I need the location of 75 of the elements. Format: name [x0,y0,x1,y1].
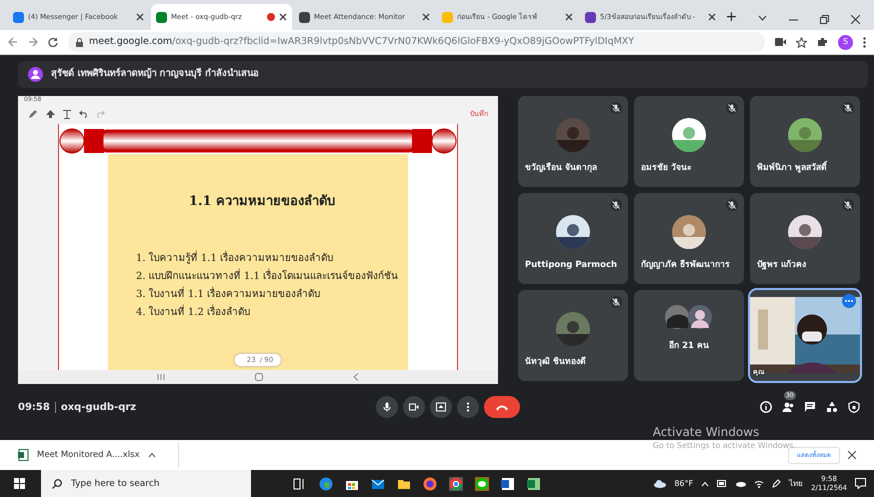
wifi-icon[interactable] [754,479,764,488]
microphone-button[interactable] [376,396,398,418]
camera-icon[interactable] [775,38,786,46]
undo-icon[interactable] [79,110,88,118]
reload-icon[interactable] [48,37,58,47]
close-icon[interactable] [708,13,716,21]
star-icon[interactable] [796,36,807,48]
close-icon[interactable] [848,451,856,459]
pen-icon[interactable] [772,479,782,488]
battery-icon[interactable] [717,480,728,487]
input-language[interactable]: ไทย [789,478,804,490]
profile-avatar[interactable]: S [838,34,853,50]
more-icon[interactable] [863,36,866,48]
notifications-icon[interactable] [855,478,866,489]
lock-icon [76,38,83,46]
word-icon[interactable] [501,476,515,490]
chat-icon[interactable] [804,401,816,413]
microphone-icon [382,402,392,412]
participant-name: อมรชัย วัจนะ [641,162,692,175]
close-icon[interactable] [136,13,144,21]
activities-icon[interactable] [826,401,838,413]
participant-name: อีก 21 คน [669,340,709,353]
back-icon[interactable] [8,37,18,47]
chat-app-icon[interactable] [475,476,489,490]
forward-icon[interactable] [28,37,38,47]
recents-icon[interactable] [157,373,165,381]
end-call-button[interactable] [484,396,520,418]
taskbar-search-field[interactable]: Type here to search [41,470,251,497]
restore-icon[interactable] [820,15,829,24]
back-icon[interactable] [353,373,359,381]
download-file-name[interactable]: Meet Monitored A....xlsx [37,448,140,462]
slide-list-item: 2. แบบฝึกแนะแนวทางที่ 1.1 เรื่องโดเมนและเรนจ์ของฟังก์ชัน [136,268,399,284]
search-icon [52,479,62,489]
participant-name: พิมพ์นิภา พูลสวัสดิ์ [757,162,827,175]
weather-temperature: 86°F [674,478,694,490]
meeting-code: oxq-gudb-qrz [60,400,136,414]
present-icon [436,402,446,412]
close-icon[interactable] [279,13,287,21]
participant-name: ปัฐพร แก้วคง [757,259,806,272]
extensions-icon[interactable] [817,36,828,48]
tab-search-icon[interactable] [758,15,767,21]
people-icon[interactable] [782,401,794,413]
info-icon[interactable] [760,401,772,413]
more-options-icon[interactable] [842,294,856,308]
participant-name: นัทวุฒิ ชินทองดี [525,356,586,369]
participant-name: กัญญาภัค ธีรพัฒนาการ [641,259,730,272]
camera-button[interactable] [403,396,426,418]
cloud-icon [653,479,666,488]
chevron-up-icon[interactable] [148,452,156,458]
new-tab-button[interactable]: + [726,6,738,28]
camera-icon [409,402,420,412]
participant-name: ขวัญเรือน จันดากุล [525,162,597,175]
meeting-time: 09:58 [18,400,50,414]
more-options-button[interactable] [457,396,480,418]
slide-title: 1.1 ความหมายของลำดับ [188,193,336,211]
windows-start-icon[interactable] [14,478,25,489]
person-avatar-icon [28,67,43,82]
spreadsheet-file-icon [18,449,29,461]
address-bar[interactable]: meet.google.com/oxq-gudb-qrz?fbclid=IwAR3R9lvtp0sNbVVC7VrN07KWk6Q6lGloFBX9-yQxO89jGOowPTFylDIqMXY [68,32,765,52]
present-button[interactable] [430,396,452,418]
slide-list-item: 4. ใบงานที่ 1.2 เรื่องลำดับ [136,304,251,320]
slide-list-item: 1. ใบความรู้ที่ 1.1 เรื่องความหมายของลำดับ [136,250,334,266]
excel-icon[interactable] [527,476,541,490]
close-icon[interactable] [565,13,573,21]
close-icon[interactable] [851,15,860,24]
participant-name: Puttipong Parmoch [525,259,618,272]
phone-icon [495,403,510,411]
home-icon[interactable] [255,373,263,381]
presenter-text: สุรัชด์ เทพศิรินทร์ลาดหญ้า กาญจนบุรี กำลังนำเสนอ [51,67,259,82]
mail-icon[interactable] [371,476,385,490]
close-icon[interactable] [422,13,430,21]
text-tool-icon[interactable] [63,110,71,118]
activation-title: Activate Windows [652,425,760,439]
host-controls-icon[interactable] [848,401,860,413]
slide-list-item: 3. ใบงานที่ 1.1 เรื่องความหมายของลำดับ [136,286,321,302]
